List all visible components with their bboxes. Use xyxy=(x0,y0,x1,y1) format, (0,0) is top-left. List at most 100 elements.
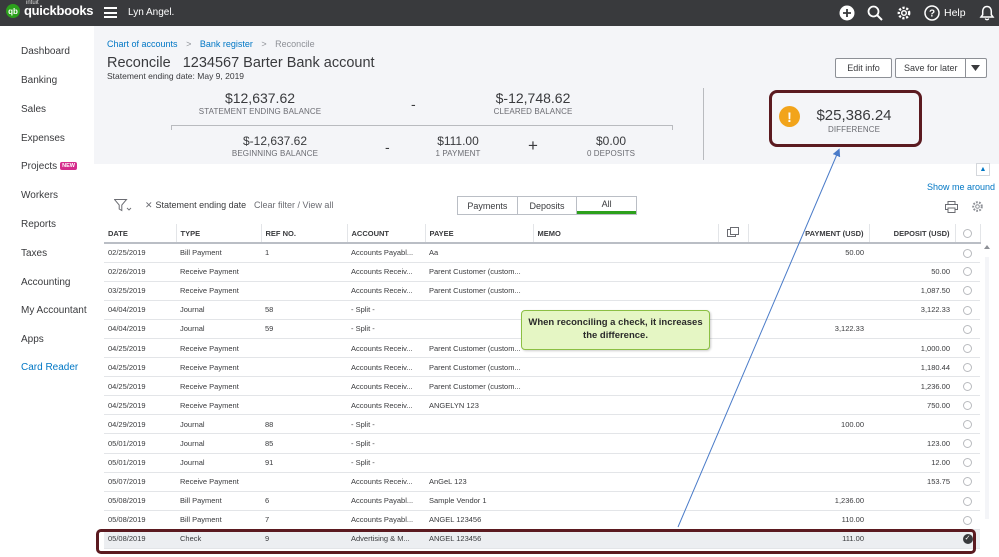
company-name[interactable]: Lyn Angel. xyxy=(128,7,174,18)
cell-payment xyxy=(748,395,869,416)
sidebar-item-apps[interactable]: Apps xyxy=(21,334,44,345)
cell-select[interactable] xyxy=(955,262,980,282)
collapse-chevron-icon[interactable]: ▲ xyxy=(976,163,990,176)
cell-select[interactable] xyxy=(955,357,980,378)
row-select-radio[interactable] xyxy=(963,496,972,506)
sidebar-item-my-accountant[interactable]: My Accountant xyxy=(21,305,87,316)
cell-select[interactable] xyxy=(955,491,980,511)
column-header-select-all[interactable] xyxy=(955,224,981,244)
amount-label: 1 PAYMENT xyxy=(435,149,481,158)
table-row[interactable]: 02/26/2019 Receive Payment Accounts Receiv… xyxy=(104,262,980,282)
row-select-radio[interactable] xyxy=(963,401,972,411)
row-select-radio[interactable] xyxy=(963,439,972,449)
bell-icon[interactable] xyxy=(979,5,995,21)
row-select-radio[interactable] xyxy=(963,420,972,430)
table-row[interactable]: 05/07/2019 Receive Payment Accounts Receiv… xyxy=(104,472,980,492)
cell-select[interactable] xyxy=(955,395,980,416)
chevron-down-icon[interactable] xyxy=(971,65,980,71)
row-select-radio[interactable] xyxy=(963,248,972,258)
row-select-radio[interactable] xyxy=(963,267,972,277)
filter-icon[interactable] xyxy=(114,199,132,212)
column-header-account[interactable]: ACCOUNT xyxy=(347,224,426,244)
sidebar-item-dashboard[interactable]: Dashboard xyxy=(21,46,70,57)
scrollbar[interactable] xyxy=(984,243,990,533)
hamburger-menu-icon[interactable] xyxy=(104,7,117,18)
edit-info-button[interactable]: Edit info xyxy=(835,58,892,78)
sidebar-item-reports[interactable]: Reports xyxy=(21,219,56,230)
table-row[interactable]: 05/08/2019 Bill Payment 7 Accounts Payabl..… xyxy=(104,510,980,530)
plus-circle-icon[interactable] xyxy=(839,5,855,21)
row-select-radio[interactable] xyxy=(963,458,972,468)
table-row[interactable]: 05/01/2019 Journal 91- Split - 12.00 xyxy=(104,453,980,473)
cell-deposit: 1,087.50 xyxy=(869,281,955,301)
warning-icon: ! xyxy=(779,106,800,127)
help-icon[interactable]: ? xyxy=(924,5,940,21)
row-select-radio[interactable] xyxy=(963,286,972,296)
close-icon[interactable]: ✕ xyxy=(145,200,153,210)
row-select-radio[interactable] xyxy=(963,343,972,353)
sidebar-item-sales[interactable]: Sales xyxy=(21,104,46,115)
cell-memo xyxy=(533,510,718,530)
cell-select[interactable] xyxy=(955,376,980,397)
row-select-radio[interactable] xyxy=(963,381,972,391)
row-select-radio[interactable] xyxy=(963,515,972,525)
cell-payee: Parent Customer (custom... xyxy=(425,357,533,378)
sidebar-item-expenses[interactable]: Expenses xyxy=(21,133,65,144)
table-row[interactable]: 03/25/2019 Receive Payment Accounts Receiv… xyxy=(104,281,980,301)
cell-select[interactable] xyxy=(955,510,980,530)
table-row[interactable]: 04/25/2019 Receive Payment Accounts Receiv… xyxy=(104,376,980,397)
column-header-deposit[interactable]: DEPOSIT (USD) xyxy=(869,224,956,244)
column-header-memo[interactable]: MEMO xyxy=(533,224,719,244)
table-row[interactable]: 04/29/2019 Journal 88- Split - 100.00 xyxy=(104,414,980,435)
row-select-radio[interactable] xyxy=(963,305,972,315)
settings-gear-icon[interactable] xyxy=(971,200,984,213)
column-header-type[interactable]: TYPE xyxy=(176,224,262,244)
column-header-payment[interactable]: PAYMENT (USD) xyxy=(748,224,870,244)
cell-deposit: 1,180.44 xyxy=(869,357,955,378)
table-row[interactable]: 04/25/2019 Receive Payment Accounts Receiv… xyxy=(104,395,980,416)
breadcrumb-bank-register[interactable]: Bank register xyxy=(200,39,253,49)
gear-icon[interactable] xyxy=(896,5,912,21)
cell-select[interactable] xyxy=(955,414,980,435)
table-row[interactable]: 02/25/2019 Bill Payment 1 Accounts Payabl..… xyxy=(104,243,980,263)
tab-all[interactable]: All xyxy=(577,197,637,214)
cell-select[interactable] xyxy=(955,472,980,492)
sidebar-item-taxes[interactable]: Taxes xyxy=(21,248,47,259)
cell-select[interactable] xyxy=(955,338,980,359)
column-header-ref-no[interactable]: REF NO. xyxy=(261,224,348,244)
row-select-radio[interactable] xyxy=(963,362,972,372)
tab-payments[interactable]: Payments xyxy=(458,197,518,214)
column-header-payee[interactable]: PAYEE xyxy=(425,224,534,244)
quickbooks-logo[interactable]: qb quickbooks intuit xyxy=(6,0,94,18)
cell-select[interactable] xyxy=(955,433,980,454)
table-row[interactable]: 05/08/2019 Bill Payment 6 Accounts Payabl..… xyxy=(104,491,980,511)
minus-operator: - xyxy=(411,96,416,112)
show-me-around-link[interactable]: Show me around xyxy=(927,182,995,192)
cell-select[interactable] xyxy=(955,281,980,301)
cell-select[interactable] xyxy=(955,453,980,473)
copy-columns-icon[interactable] xyxy=(727,227,739,237)
sidebar-item-card-reader[interactable]: Card Reader xyxy=(21,362,78,373)
column-header-date[interactable]: DATE xyxy=(104,224,177,244)
cell-select[interactable] xyxy=(955,300,980,320)
sidebar-item-projects[interactable]: Projects NEW xyxy=(21,161,77,172)
sidebar-item-workers[interactable]: Workers xyxy=(21,190,58,201)
row-select-radio[interactable] xyxy=(963,477,972,487)
table-row[interactable]: 05/01/2019 Journal 85- Split - 123.00 xyxy=(104,433,980,454)
select-all-radio[interactable] xyxy=(963,228,972,238)
print-icon[interactable] xyxy=(945,201,958,213)
column-header-copy[interactable] xyxy=(718,224,749,244)
cell-select[interactable] xyxy=(955,243,980,263)
clear-filter-link[interactable]: Clear filter / View all xyxy=(254,200,333,210)
cell-select[interactable] xyxy=(955,319,980,339)
cell-payee: Parent Customer (custom... xyxy=(425,262,533,282)
help-label[interactable]: Help xyxy=(944,7,966,19)
sidebar-item-accounting[interactable]: Accounting xyxy=(21,277,70,288)
sidebar-item-banking[interactable]: Banking xyxy=(21,75,57,86)
breadcrumb-chart-of-accounts[interactable]: Chart of accounts xyxy=(107,39,178,49)
table-row[interactable]: 04/25/2019 Receive Payment Accounts Receiv… xyxy=(104,357,980,378)
cell-type: Receive Payment xyxy=(176,281,261,301)
row-select-radio[interactable] xyxy=(963,324,972,334)
search-icon[interactable] xyxy=(867,5,883,21)
tab-deposits[interactable]: Deposits xyxy=(518,197,578,214)
